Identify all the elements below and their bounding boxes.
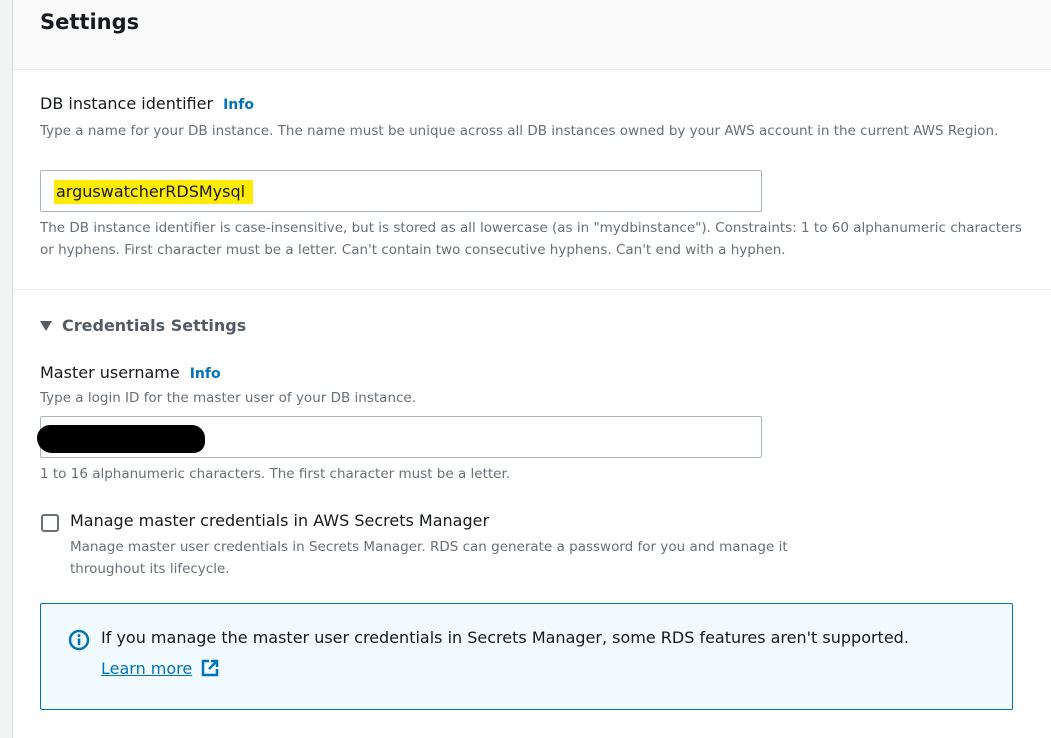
page-title: Settings bbox=[40, 10, 140, 34]
info-alert: If you manage the master user credential… bbox=[40, 603, 1013, 710]
db-identifier-input[interactable]: arguswatcherRDSMysql bbox=[40, 170, 762, 212]
db-identifier-constraint: The DB instance identifier is case-insen… bbox=[40, 220, 1022, 258]
settings-panel: Settings DB instance identifier Info Type… bbox=[12, 0, 1051, 738]
username-input[interactable] bbox=[37, 416, 762, 458]
manage-credentials-checkbox[interactable] bbox=[41, 514, 59, 532]
manage-credentials-label[interactable]: Manage master credentials in AWS Secrets… bbox=[70, 511, 489, 530]
caret-down-icon bbox=[40, 321, 52, 331]
db-identifier-description: Type a name for your DB instance. The na… bbox=[40, 123, 999, 139]
learn-more-link-wrap[interactable]: Learn more bbox=[101, 659, 219, 678]
username-label-row: Master username Info bbox=[40, 363, 221, 382]
manage-credentials-description: Manage master user credentials in Secret… bbox=[70, 539, 788, 577]
db-identifier-label: DB instance identifier bbox=[40, 94, 214, 113]
redaction-mark bbox=[37, 425, 205, 453]
credentials-title: Credentials Settings bbox=[62, 316, 247, 335]
username-info-link[interactable]: Info bbox=[190, 366, 221, 382]
panel-header: Settings bbox=[13, 0, 1051, 70]
alert-text: If you manage the master user credential… bbox=[101, 628, 909, 647]
credentials-toggle[interactable]: Credentials Settings bbox=[40, 316, 246, 335]
username-constraint: 1 to 16 alphanumeric characters. The fir… bbox=[40, 466, 511, 482]
username-label: Master username bbox=[40, 363, 180, 382]
divider bbox=[13, 289, 1051, 290]
username-description: Type a login ID for the master user of y… bbox=[40, 390, 417, 406]
learn-more-link[interactable]: Learn more bbox=[101, 659, 192, 678]
external-link-icon bbox=[202, 659, 219, 677]
db-identifier-info-link[interactable]: Info bbox=[223, 97, 254, 113]
info-circle-icon bbox=[68, 629, 90, 651]
db-identifier-label-row: DB instance identifier Info bbox=[40, 94, 254, 113]
db-identifier-value: arguswatcherRDSMysql bbox=[54, 180, 254, 204]
